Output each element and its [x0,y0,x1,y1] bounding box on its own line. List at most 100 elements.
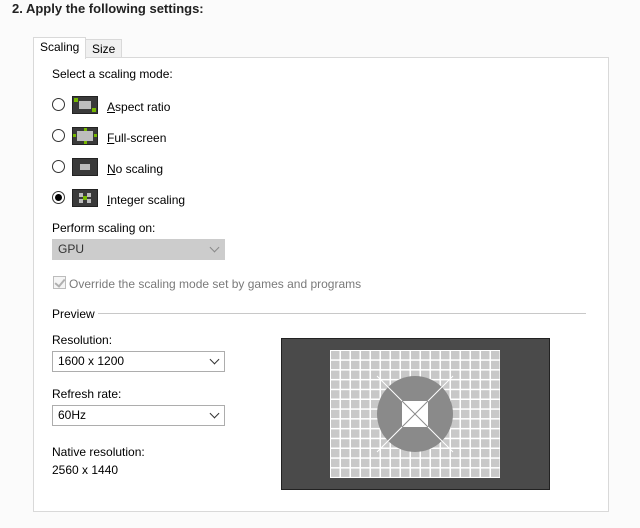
preview-grid-cell [341,468,350,477]
preview-grid-cell [361,449,370,458]
preview-grid-cell [451,351,460,360]
preview-grid-cell [451,370,460,379]
preview-grid-cell [351,390,360,399]
preview-grid-cell [481,380,490,389]
preview-grid-cell [471,380,480,389]
tab-size[interactable]: Size [85,39,123,59]
preview-grid-cell [471,400,480,409]
preview-grid-cell [451,458,460,468]
preview-grid-cell [451,390,460,399]
preview-grid-cell [341,419,350,428]
preview-grid-cell [441,458,450,468]
preview-grid-cell [341,351,350,360]
preview-grid-cell [361,439,370,448]
preview-grid-cell [471,409,480,419]
mode-label-full-screen[interactable]: Full-screen [107,131,166,145]
preview-grid-cell [341,439,350,448]
preview-grid-cell [431,360,440,370]
preview-grid-cell [431,351,440,360]
preview-grid-cell [401,458,410,468]
mode-label-aspect-ratio[interactable]: Aspect ratio [107,100,170,114]
radio-integer-scaling[interactable] [52,191,65,204]
preview-grid-cell [361,360,370,370]
preview-grid-cell [461,360,470,370]
preview-test-pattern [282,339,549,489]
radio-no-scaling[interactable] [52,160,65,173]
preview-grid-cell [361,429,370,438]
preview-grid-cell [341,370,350,379]
preview-grid-cell [361,400,370,409]
preview-grid-cell [371,380,380,389]
preview-grid-cell [491,400,500,409]
preview-grid-cell [431,370,440,379]
preview-grid-cell [441,449,450,458]
preview-grid-cell [421,360,430,370]
preview-grid-cell [471,468,480,477]
preview-section-label: Preview [52,307,95,321]
preview-grid-cell [461,439,470,448]
preview-grid-cell [351,439,360,448]
perform-scaling-dropdown[interactable]: GPU [52,239,225,260]
preview-grid-cell [331,409,340,419]
preview-grid-cell [391,360,400,370]
preview-grid-cell [351,449,360,458]
mode-label-no-scaling[interactable]: No scaling [107,162,163,176]
override-checkbox[interactable] [53,276,66,289]
perform-scaling-label: Perform scaling on: [52,221,156,235]
scaling-preview-image [281,338,550,490]
preview-grid-cell [351,429,360,438]
preview-grid-cell [361,458,370,468]
preview-grid-cell [371,439,380,448]
preview-grid-cell [331,429,340,438]
preview-grid-cell [481,400,490,409]
mode-label-integer-scaling[interactable]: Integer scaling [107,193,185,207]
integer-scaling-icon [72,189,98,207]
preview-grid-cell [451,439,460,448]
preview-grid-cell [361,390,370,399]
preview-grid-cell [331,439,340,448]
preview-grid-cell [391,458,400,468]
preview-grid-cell [421,351,430,360]
preview-grid-cell [471,351,480,360]
no-scaling-icon [72,158,98,176]
preview-grid-cell [481,468,490,477]
tab-scaling[interactable]: Scaling [33,37,87,59]
resolution-dropdown[interactable]: 1600 x 1200 [52,351,225,372]
preview-grid-cell [461,468,470,477]
preview-grid-cell [331,468,340,477]
preview-grid-cell [471,458,480,468]
preview-grid-cell [351,360,360,370]
override-label[interactable]: Override the scaling mode set by games a… [69,277,361,291]
preview-grid-cell [461,419,470,428]
radio-aspect-ratio[interactable] [52,98,65,111]
preview-grid-cell [431,449,440,458]
preview-grid-cell [351,458,360,468]
preview-grid-cell [361,351,370,360]
preview-grid-cell [331,380,340,389]
preview-grid-cell [491,380,500,389]
preview-grid-cell [461,409,470,419]
preview-grid-cell [351,468,360,477]
radio-full-screen[interactable] [52,129,65,142]
preview-grid-cell [401,351,410,360]
preview-grid-cell [401,468,410,477]
resolution-value: 1600 x 1200 [58,354,125,368]
preview-grid-cell [491,360,500,370]
preview-grid-cell [411,458,420,468]
preview-grid-cell [391,449,400,458]
refresh-rate-label: Refresh rate: [52,387,122,401]
preview-grid-cell [471,390,480,399]
preview-grid-cell [351,400,360,409]
preview-grid-cell [361,380,370,389]
preview-grid-cell [491,429,500,438]
preview-grid-cell [471,360,480,370]
preview-grid-cell [451,380,460,389]
preview-grid-cell [481,360,490,370]
preview-grid-cell [491,458,500,468]
preview-grid-cell [461,351,470,360]
preview-grid-cell [431,468,440,477]
preview-grid-cell [461,370,470,379]
preview-grid-cell [471,449,480,458]
refresh-rate-dropdown[interactable]: 60Hz [52,405,225,426]
preview-grid-cell [461,458,470,468]
